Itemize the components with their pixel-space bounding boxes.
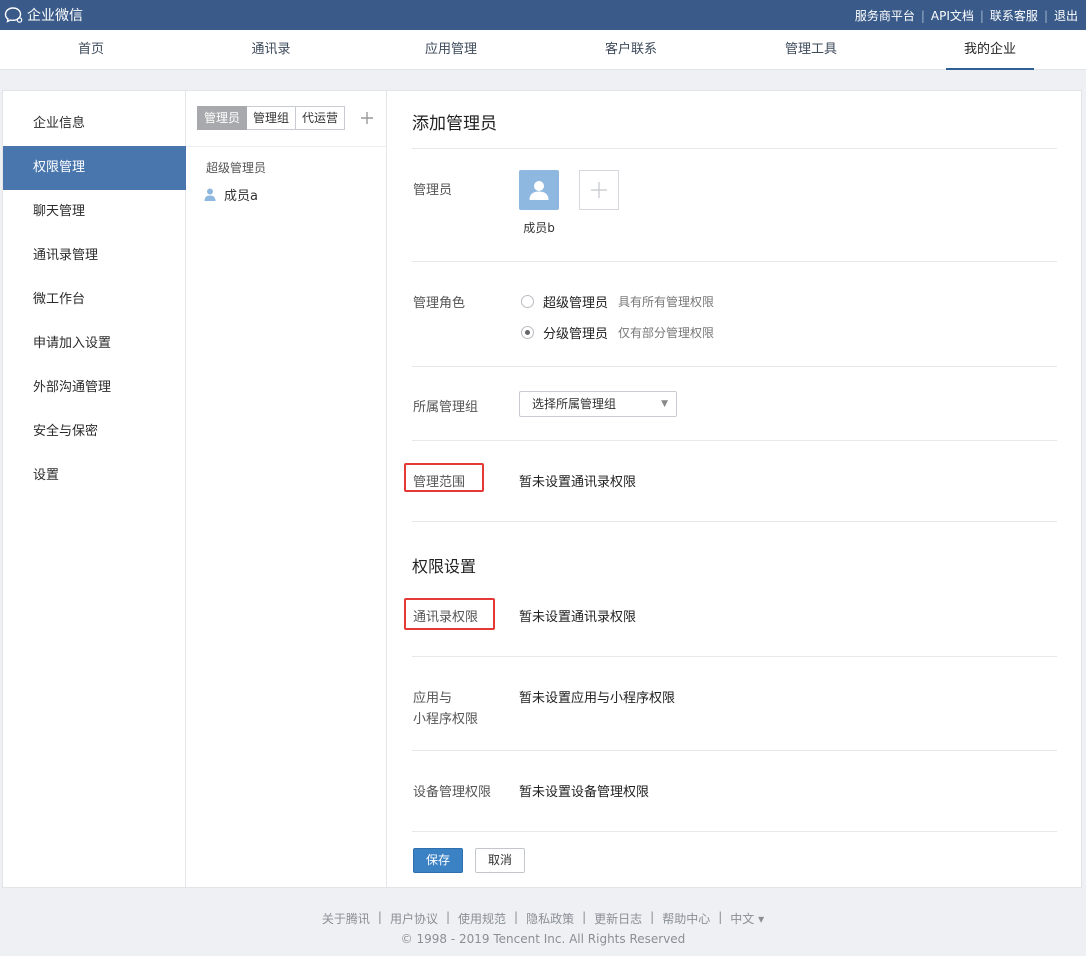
footer-link-user-agreement[interactable]: 用户协议 [390, 910, 438, 927]
member-item[interactable]: 成员a [204, 185, 258, 204]
cancel-button[interactable]: 取消 [475, 848, 525, 873]
logo[interactable]: 企业微信 [4, 5, 83, 25]
group-title: 超级管理员 [206, 161, 267, 175]
top-bar: 企业微信 服务商平台 | API文档 | 联系客服 | 退出 [0, 0, 1086, 30]
footer-link-changelog[interactable]: 更新日志 [594, 910, 642, 927]
role-label: 管理角色 [413, 296, 466, 311]
sidebar: 企业信息 权限管理 聊天管理 通讯录管理 微工作台 申请加入设置 外部沟通管理 … [3, 91, 186, 887]
sidebar-item-join-settings[interactable]: 申请加入设置 [3, 322, 186, 366]
nav-app-management[interactable]: 应用管理 [406, 30, 496, 70]
sidebar-item-contacts-management[interactable]: 通讯录管理 [3, 234, 186, 278]
footer-links: 关于腾讯 | 用户协议 | 使用规范 | 隐私政策 | 更新日志 | 帮助中心 … [0, 910, 1086, 927]
highlight-box [404, 463, 484, 492]
separator: | [377, 910, 382, 924]
role-label-sub-admin: 分级管理员 [543, 327, 609, 342]
admin-tabs: 管理员 管理组 代运营 [197, 106, 346, 130]
separator: | [718, 910, 723, 924]
separator: | [979, 8, 984, 23]
add-group-button[interactable] [358, 106, 376, 130]
role-desc-sub-admin: 仅有部分管理权限 [618, 326, 715, 340]
highlight-box [404, 598, 495, 630]
divider [412, 440, 1057, 441]
app-permission-value[interactable]: 暂未设置应用与小程序权限 [519, 687, 675, 706]
scope-value[interactable]: 暂未设置通讯录权限 [519, 471, 636, 490]
separator: | [514, 910, 519, 924]
divider [412, 366, 1057, 367]
separator: | [650, 910, 655, 924]
add-admin-button[interactable] [579, 170, 619, 210]
service-platform-link[interactable]: 服务商平台 [855, 7, 915, 24]
tab-admin-groups[interactable]: 管理组 [247, 106, 297, 130]
plus-icon [591, 182, 607, 198]
nav-customer-contact[interactable]: 客户联系 [586, 30, 676, 70]
divider [412, 148, 1057, 149]
sidebar-item-security[interactable]: 安全与保密 [3, 410, 186, 454]
logout-link[interactable]: 退出 [1054, 7, 1078, 24]
device-permission-label: 设备管理权限 [413, 785, 492, 800]
sidebar-item-settings[interactable]: 设置 [3, 454, 186, 498]
avatar[interactable] [519, 170, 559, 210]
top-links: 服务商平台 | API文档 | 联系客服 | 退出 [855, 7, 1078, 24]
admin-group-select[interactable]: 选择所属管理组 ▼ [519, 391, 677, 417]
sidebar-item-chat-management[interactable]: 聊天管理 [3, 190, 186, 234]
user-avatar-icon [529, 181, 549, 200]
sidebar-item-company-info[interactable]: 企业信息 [3, 102, 186, 146]
group-label: 所属管理组 [413, 400, 479, 415]
nav-home[interactable]: 首页 [46, 30, 136, 70]
member-name: 成员a [224, 189, 258, 204]
page-title: 添加管理员 [412, 114, 497, 134]
divider [412, 261, 1057, 262]
wework-logo-icon [4, 7, 23, 23]
nav-my-company[interactable]: 我的企业 [946, 30, 1034, 70]
api-docs-link[interactable]: API文档 [931, 7, 974, 24]
main-panel: 企业信息 权限管理 聊天管理 通讯录管理 微工作台 申请加入设置 外部沟通管理 … [2, 90, 1082, 888]
logo-text: 企业微信 [27, 8, 83, 24]
tab-agency-operation[interactable]: 代运营 [296, 106, 346, 130]
sidebar-item-external-communication[interactable]: 外部沟通管理 [3, 366, 186, 410]
divider [412, 831, 1057, 832]
select-placeholder: 选择所属管理组 [532, 397, 617, 411]
role-desc-super-admin: 具有所有管理权限 [618, 295, 715, 309]
sidebar-item-permissions[interactable]: 权限管理 [3, 146, 186, 190]
divider [412, 750, 1057, 751]
separator: | [920, 8, 925, 23]
permission-settings-title: 权限设置 [412, 557, 477, 576]
footer-link-usage-rules[interactable]: 使用规范 [458, 910, 506, 927]
admin-list-column: 管理员 管理组 代运营 超级管理员 成员a [186, 91, 387, 887]
divider [186, 146, 386, 147]
plus-icon [361, 112, 373, 124]
nav-management-tools[interactable]: 管理工具 [766, 30, 856, 70]
role-option-sub-admin[interactable]: 分级管理员 仅有部分管理权限 [521, 323, 714, 342]
sidebar-item-micro-workbench[interactable]: 微工作台 [3, 278, 186, 322]
contact-support-link[interactable]: 联系客服 [990, 7, 1038, 24]
contacts-permission-value[interactable]: 暂未设置通讯录权限 [519, 606, 636, 625]
footer-link-privacy[interactable]: 隐私政策 [526, 910, 574, 927]
add-admin-form: 添加管理员 管理员 成员b 管理角色 超级管理员 具有所有管理权限 分级管理员 … [388, 91, 1081, 887]
admin-label: 管理员 [413, 183, 453, 198]
tab-admins[interactable]: 管理员 [197, 106, 248, 130]
main-nav: 首页 通讯录 应用管理 客户联系 管理工具 我的企业 [0, 30, 1086, 70]
footer-link-help-center[interactable]: 帮助中心 [662, 910, 710, 927]
radio-sub-admin[interactable] [521, 326, 534, 339]
footer-link-about[interactable]: 关于腾讯 [322, 910, 370, 927]
separator: | [1043, 8, 1048, 23]
radio-super-admin[interactable] [521, 295, 534, 308]
language-selector[interactable]: 中文 ▾ [730, 910, 764, 927]
separator: | [445, 910, 451, 924]
admin-name: 成员b [523, 221, 555, 235]
app-permission-label-line2: 小程序权限 [413, 712, 479, 727]
nav-contacts[interactable]: 通讯录 [226, 30, 316, 70]
separator: | [582, 910, 587, 924]
role-label-super-admin: 超级管理员 [543, 296, 609, 311]
copyright: © 1998 - 2019 Tencent Inc. All Rights Re… [400, 932, 686, 946]
divider [412, 521, 1057, 522]
chevron-down-icon: ▼ [661, 399, 668, 409]
app-permission-label: 应用与 [413, 691, 453, 706]
device-permission-value[interactable]: 暂未设置设备管理权限 [519, 781, 649, 800]
person-icon [204, 188, 216, 201]
role-option-super-admin[interactable]: 超级管理员 具有所有管理权限 [521, 292, 714, 311]
divider [412, 656, 1057, 657]
save-button[interactable]: 保存 [413, 848, 463, 873]
